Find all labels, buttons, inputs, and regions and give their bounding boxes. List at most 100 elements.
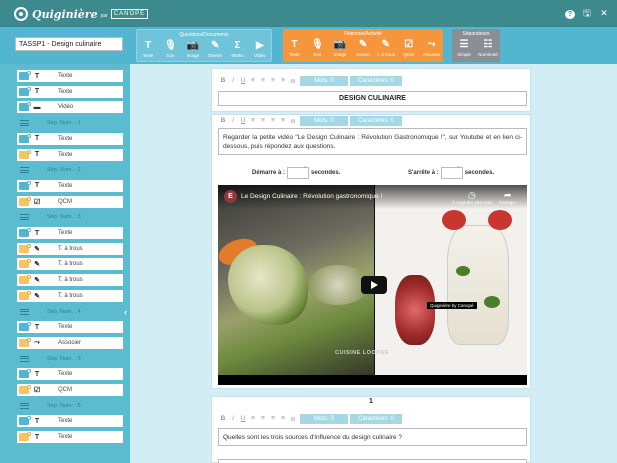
word-counter: Mots: 0 — [300, 413, 348, 424]
align-right-icon[interactable]: ≡ — [268, 77, 278, 84]
align-left-icon[interactable]: ≡ — [248, 117, 258, 124]
align-right-icon[interactable]: ≡ — [268, 117, 278, 124]
video-title[interactable]: Le Design Culinaire : Révolution gastron… — [241, 193, 382, 200]
sidebar-item[interactable]: T Texte — [17, 132, 123, 145]
video-question-card: B I U ≡ ≡ ≡ ≡ ⊖ Mots: 0 Caractères: 0 Re… — [211, 114, 531, 389]
stop-seconds-stepper[interactable] — [440, 166, 463, 179]
sidebar-item[interactable]: ✎ T. à trous — [17, 242, 123, 255]
align-left-icon[interactable]: ≡ — [248, 415, 258, 422]
title-text-box[interactable]: DESIGN CULINAIRE — [218, 91, 527, 106]
block-type-icon: ▬ — [33, 103, 41, 111]
bold-button[interactable]: B — [218, 77, 228, 84]
sidebar-separator[interactable]: Sép. Num. : 2 — [17, 164, 123, 176]
italic-button[interactable]: I — [228, 77, 238, 84]
sidebar-separator[interactable]: Sép. Num. : 5 — [17, 353, 123, 365]
underline-button[interactable]: U — [238, 77, 248, 84]
question-tool-4[interactable]: Σ Maths — [226, 40, 248, 60]
question-tool-1[interactable]: 🎙 Son — [159, 40, 181, 60]
align-center-icon[interactable]: ≡ — [258, 117, 268, 124]
sidebar-item[interactable]: T Texte — [17, 368, 123, 381]
question-tool-0[interactable]: T Texte — [137, 40, 159, 60]
answer-tool-0[interactable]: T Texte — [283, 39, 306, 59]
start-seconds-stepper[interactable] — [287, 166, 310, 179]
clock-icon: ◷ — [467, 190, 476, 200]
sidebar-item[interactable]: ✎ T. à trous — [17, 289, 123, 302]
instruction-text-box[interactable]: Regarder la petite vidéo "Le Design Culi… — [218, 128, 527, 155]
share-button[interactable]: ➦ Partager — [499, 190, 516, 205]
play-button[interactable] — [361, 276, 387, 294]
sidebar-separator[interactable]: Sép. Num. : 1 — [17, 117, 123, 129]
sidebar-item[interactable]: ✎ T. à trous — [17, 274, 123, 287]
document-title-input[interactable]: TASSP1 - Design culinaire — [15, 37, 123, 51]
align-center-icon[interactable]: ≡ — [258, 415, 268, 422]
sidebar-item[interactable]: ☑ QCM — [17, 195, 123, 208]
sidebar-item[interactable]: ▬ Vidéo — [17, 101, 123, 114]
link-icon[interactable]: ⊖ — [288, 415, 298, 423]
sidebar-item-label: Texte — [58, 88, 73, 95]
question-text-box[interactable]: Quelles sont les trois sources d'influen… — [218, 428, 527, 446]
separator-tool-1[interactable]: ☷ Numéroté — [476, 39, 500, 59]
answer-box[interactable] — [218, 459, 527, 463]
main-toolbar: TASSP1 - Design culinaire Questions/Docu… — [0, 27, 617, 64]
sidebar-item-label: Vidéo — [58, 104, 74, 111]
question-tool-icon: ▶ — [255, 40, 264, 51]
separator-icon — [20, 167, 29, 174]
video-caption: CUISINE LOOKEE — [335, 350, 390, 356]
sidebar-item-label: Texte — [58, 434, 73, 441]
underline-button[interactable]: U — [238, 415, 248, 422]
answer-tool-4[interactable]: ✎ T. à trous — [374, 39, 397, 59]
sidebar-item[interactable]: T Texte — [17, 321, 123, 334]
align-right-icon[interactable]: ≡ — [268, 415, 278, 422]
italic-button[interactable]: I — [228, 117, 238, 124]
answer-tool-2[interactable]: 📷 Image — [329, 39, 352, 59]
block-type-icon: ✎ — [34, 261, 40, 269]
video-player[interactable]: E Le Design Culinaire : Révolution gastr… — [218, 185, 527, 385]
bold-button[interactable]: B — [218, 117, 228, 124]
channel-avatar[interactable]: E — [224, 190, 237, 203]
sidebar-item[interactable]: T Texte — [17, 227, 123, 239]
sidebar-separator[interactable]: Sép. Num. : 4 — [17, 306, 123, 318]
answer-tool-1[interactable]: 🎙 Son — [306, 39, 329, 59]
justify-icon[interactable]: ≡ — [278, 77, 288, 84]
answer-tool-3[interactable]: ✎ Dessin — [352, 39, 375, 59]
help-icon[interactable]: ? — [565, 8, 575, 19]
align-left-icon[interactable]: ≡ — [248, 77, 258, 84]
sidebar-separator[interactable]: Sép. Num. : 6 — [17, 400, 123, 412]
answer-block-icon — [19, 149, 31, 159]
answer-tool-6[interactable]: ⤳ Associer — [420, 39, 443, 59]
sidebar-item[interactable]: T Texte — [17, 179, 123, 192]
answer-tool-5[interactable]: ☑ QCM — [397, 39, 420, 59]
sidebar-item[interactable]: ✎ T. à trous — [17, 258, 123, 271]
justify-icon[interactable]: ≡ — [278, 117, 288, 124]
link-icon[interactable]: ⊖ — [288, 77, 298, 85]
italic-button[interactable]: I — [228, 415, 238, 422]
block-type-icon: ☑ — [33, 387, 41, 394]
question-number: 1 — [369, 398, 373, 405]
answer-tool-label: Texte — [289, 52, 300, 57]
question-tool-3[interactable]: ✎ Dessin — [204, 40, 226, 60]
sidebar-item[interactable]: ☑ QCM — [17, 384, 123, 396]
close-icon[interactable]: ✕ — [599, 8, 609, 19]
sidebar-item[interactable]: T Texte — [17, 70, 123, 82]
sidebar-item-label: Texte — [58, 418, 73, 425]
sidebar-item[interactable]: T Texte — [17, 148, 123, 161]
sidebar-item[interactable]: T Texte — [17, 431, 123, 444]
block-type-icon: ✎ — [34, 245, 40, 253]
sidebar-item[interactable]: T Texte — [17, 415, 123, 428]
sidebar-item[interactable]: T Texte — [17, 85, 123, 98]
watch-later-button[interactable]: ◷ À regarder plus tard — [452, 190, 492, 205]
char-counter: Caractères: 0 — [350, 115, 403, 126]
sidebar-item[interactable]: ⤳ Associer — [17, 336, 123, 349]
underline-button[interactable]: U — [238, 117, 248, 124]
link-icon[interactable]: ⊖ — [288, 117, 298, 125]
sidebar-collapse-icon[interactable]: ‹ — [124, 307, 127, 317]
align-center-icon[interactable]: ≡ — [258, 77, 268, 84]
save-icon[interactable]: 🖫 — [582, 8, 592, 19]
question-tool-5[interactable]: ▶ Vidéo — [249, 40, 271, 60]
separator-tool-0[interactable]: ☰ Simple — [452, 39, 476, 59]
question-tool-2[interactable]: 📷 Image — [182, 40, 204, 60]
sidebar-item-label: QCM — [58, 387, 72, 393]
sidebar-separator[interactable]: Sép. Num. : 3 — [17, 211, 123, 223]
bold-button[interactable]: B — [218, 415, 228, 422]
justify-icon[interactable]: ≡ — [278, 415, 288, 422]
